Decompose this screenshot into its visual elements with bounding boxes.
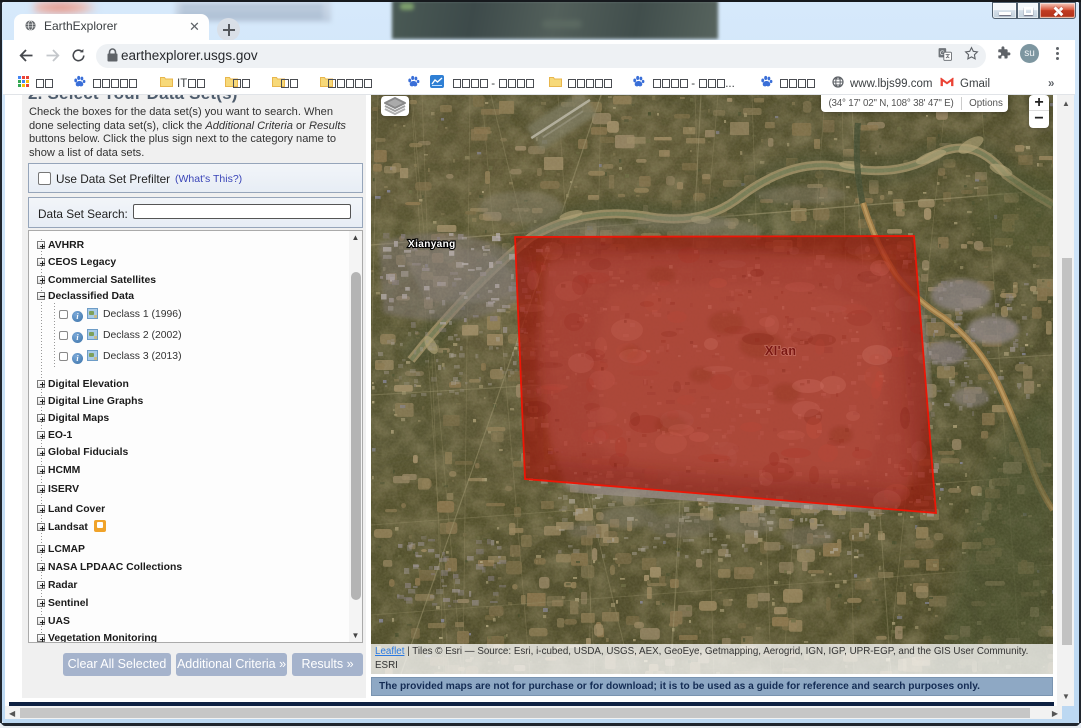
svg-text:XI'an: XI'an bbox=[765, 344, 796, 358]
svg-text:Xianyang: Xianyang bbox=[408, 239, 456, 250]
